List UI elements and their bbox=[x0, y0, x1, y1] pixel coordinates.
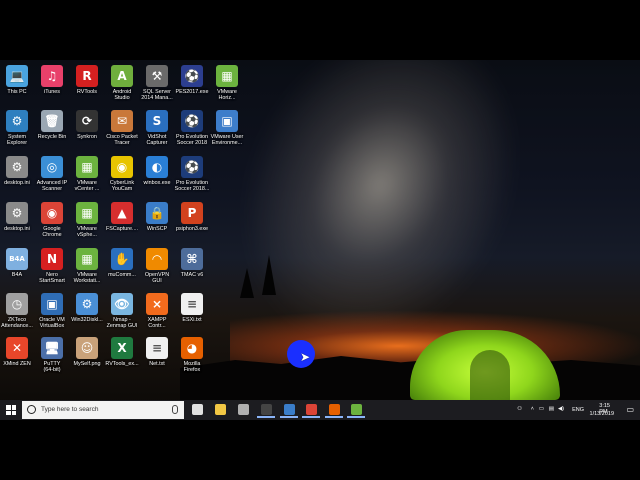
task-view-icon bbox=[191, 404, 203, 415]
desktop-icon-label: TMAC v6 bbox=[180, 272, 204, 278]
zkteco-icon: ◷ bbox=[6, 293, 28, 315]
chrome-icon: ◉ bbox=[41, 202, 63, 224]
desktop-icon[interactable]: Ppsiphon3.exe bbox=[169, 199, 215, 245]
taskbar-app-button[interactable] bbox=[325, 402, 343, 418]
taskbar-app-button[interactable] bbox=[188, 402, 206, 418]
pes2018-launcher-icon: ⚽ bbox=[181, 156, 203, 178]
psiphon-icon: P bbox=[181, 202, 203, 224]
firefox-icon bbox=[328, 404, 340, 415]
volume-icon[interactable]: ◀) bbox=[558, 406, 564, 412]
system-explorer-icon: ⚙ bbox=[6, 110, 28, 132]
taskbar-app-button[interactable] bbox=[280, 402, 298, 418]
tmac-icon: ⌘ bbox=[181, 248, 203, 270]
desktop-icon-label: Mozilla Firefox bbox=[183, 361, 201, 374]
cisco-packet-tracer-icon: ✉ bbox=[111, 110, 133, 132]
xmind-icon: ✕ bbox=[6, 337, 28, 359]
taskbar: Type here to search ⚇ ˄ ▭ ▤ ◀) ENG 3:15 … bbox=[0, 400, 640, 420]
vmware-workstation-icon: ▦ bbox=[76, 248, 98, 270]
network-icon[interactable]: ▤ bbox=[549, 406, 554, 412]
people-icon[interactable]: ⚇ bbox=[517, 406, 522, 412]
start-button[interactable] bbox=[0, 400, 22, 420]
this-pc-icon: 💻 bbox=[6, 65, 28, 87]
network-tool-icon bbox=[237, 404, 249, 415]
language-indicator[interactable]: ENG bbox=[572, 407, 584, 413]
taskbar-app-button[interactable] bbox=[257, 402, 275, 418]
search-placeholder: Type here to search bbox=[41, 406, 99, 413]
desktop-ini-icon: ⚙ bbox=[6, 156, 28, 178]
desktop: 💻 This PC ♫ iTunes R RVTools A Android Studio ⚒ S… bbox=[0, 60, 640, 420]
desktop-icon[interactable]: ⌘ TMAC v6 bbox=[169, 245, 215, 291]
battery-icon[interactable]: ▭ bbox=[539, 406, 544, 412]
android-studio-icon: A bbox=[111, 65, 133, 87]
itunes-icon: ♫ bbox=[41, 65, 63, 87]
wallpaper-tree bbox=[240, 268, 254, 298]
microphone-icon[interactable] bbox=[172, 405, 178, 414]
recycle-bin-icon: 🗑 bbox=[41, 110, 63, 132]
terminal-icon bbox=[260, 404, 272, 415]
mouse-cursor-icon: ➤ bbox=[300, 350, 311, 364]
search-icon bbox=[27, 405, 36, 414]
vmware-user-env-icon: ▣ bbox=[216, 110, 238, 132]
vidshot-icon: S bbox=[146, 110, 168, 132]
text-file-icon: ≡ bbox=[181, 293, 203, 315]
pes2017-icon: ⚽ bbox=[181, 65, 203, 87]
vmware-horizon-icon: ▦ bbox=[216, 65, 238, 87]
wallpaper-tree bbox=[262, 255, 276, 295]
desktop-icon[interactable]: ▦ VMware Horiz... bbox=[204, 62, 250, 108]
pes2018-icon: ⚽ bbox=[181, 110, 203, 132]
desktop-icon-label: ESXi.txt bbox=[182, 317, 202, 323]
desktop-icon-label: Pro Evolution Soccer 2018... bbox=[174, 180, 210, 193]
desktop-icon-label: VMware Horiz... bbox=[217, 89, 237, 102]
desktop-ini-icon: ⚙ bbox=[6, 202, 28, 224]
chrome-icon bbox=[305, 404, 317, 415]
desktop-icon[interactable]: ⚽ Pro Evolution Soccer 2018... bbox=[169, 153, 215, 199]
remote-desktop-icon bbox=[283, 404, 295, 415]
chevron-up-icon[interactable]: ˄ bbox=[531, 406, 534, 412]
openvpn-icon: ◠ bbox=[146, 248, 168, 270]
winscp-icon: 🔒 bbox=[146, 202, 168, 224]
desktop-icon-label: psiphon3.exe bbox=[175, 226, 209, 232]
text-file-icon: ≡ bbox=[146, 337, 168, 359]
taskbar-app-button[interactable] bbox=[302, 402, 320, 418]
wallpaper-tent-door bbox=[470, 350, 510, 400]
putty-icon: 🖥 bbox=[41, 337, 63, 359]
taskbar-app-button[interactable] bbox=[347, 402, 365, 418]
search-box[interactable]: Type here to search bbox=[22, 401, 184, 419]
sql-server-icon: ⚒ bbox=[146, 65, 168, 87]
xampp-icon: ⨯ bbox=[146, 293, 168, 315]
clock-date[interactable]: 1/13/2019 bbox=[590, 411, 614, 417]
desktop-icon[interactable]: ▣ VMware User Environme... bbox=[204, 107, 250, 153]
mucommander-icon: ✋ bbox=[111, 248, 133, 270]
vmware-icon bbox=[350, 404, 362, 415]
action-center-icon[interactable]: ▭ bbox=[626, 405, 634, 414]
desktop-icon[interactable]: ◕ Mozilla Firefox bbox=[169, 334, 215, 380]
zenmap-icon: 👁 bbox=[111, 293, 133, 315]
excel-file-icon: X bbox=[111, 337, 133, 359]
taskbar-app-button[interactable] bbox=[211, 402, 229, 418]
file-explorer-icon bbox=[214, 404, 226, 415]
image-file-icon: ☺ bbox=[76, 337, 98, 359]
windows-logo-icon bbox=[6, 405, 16, 415]
firefox-icon: ◕ bbox=[181, 337, 203, 359]
virtualbox-icon: ▣ bbox=[41, 293, 63, 315]
b4a-icon: B4A bbox=[6, 248, 28, 270]
win32diskimager-icon: ⚙ bbox=[76, 293, 98, 315]
taskbar-app-button[interactable] bbox=[234, 402, 252, 418]
vmware-vsphere-icon: ▦ bbox=[76, 202, 98, 224]
advanced-ip-scanner-icon: ◎ bbox=[41, 156, 63, 178]
vmware-vcenter-icon: ▦ bbox=[76, 156, 98, 178]
synkron-icon: ⟳ bbox=[76, 110, 98, 132]
desktop-icon-label: VMware User Environme... bbox=[210, 134, 244, 147]
desktop-icon[interactable]: ≡ ESXi.txt bbox=[169, 290, 215, 336]
nero-icon: N bbox=[41, 248, 63, 270]
cyberlink-youcam-icon: ◉ bbox=[111, 156, 133, 178]
fscapture-icon: ▲ bbox=[111, 202, 133, 224]
rvtools-icon: R bbox=[76, 65, 98, 87]
winbox-icon: ◐ bbox=[146, 156, 168, 178]
